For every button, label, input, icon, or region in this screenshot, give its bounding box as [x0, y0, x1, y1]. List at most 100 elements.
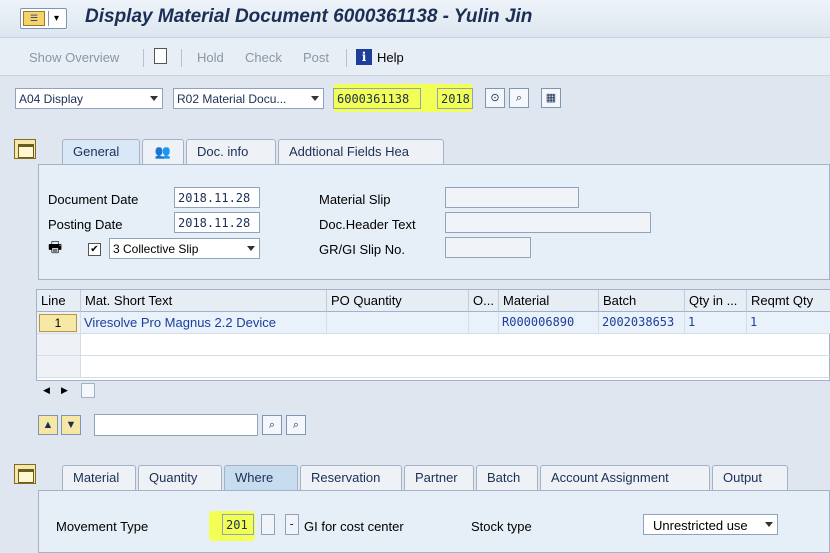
- column-header-short-text[interactable]: Mat. Short Text: [81, 290, 327, 312]
- year-input[interactable]: 2018: [437, 88, 473, 109]
- stock-type-dropdown[interactable]: Unrestricted use: [643, 514, 778, 535]
- scroll-right-icon[interactable]: ▶: [61, 385, 68, 396]
- column-header-o[interactable]: O...: [469, 290, 499, 312]
- toolbar-separator: [143, 49, 144, 67]
- menu-icons[interactable]: ☰ ▾: [20, 8, 67, 29]
- column-header-qty-in[interactable]: Qty in ...: [685, 290, 747, 312]
- tab-partner[interactable]: Partner: [404, 465, 474, 491]
- qty-in-cell[interactable]: 1: [685, 312, 747, 334]
- batch-cell[interactable]: 2002038653: [599, 312, 685, 334]
- table-row[interactable]: [37, 334, 81, 356]
- execute-icon[interactable]: ⊙: [485, 88, 505, 108]
- document-number-input[interactable]: 6000361138: [333, 88, 421, 109]
- gr-gi-slip-label: GR/GI Slip No.: [319, 242, 405, 257]
- reference-value: R02 Material Docu...: [177, 92, 287, 106]
- tab-account-assignment[interactable]: Account Assignment: [540, 465, 710, 491]
- collapse-header-icon[interactable]: [14, 139, 36, 159]
- toolbar-separator: [181, 49, 182, 67]
- scroll-left-icon[interactable]: ◀: [43, 385, 50, 396]
- people-icon: 👥: [154, 144, 172, 159]
- line-number-button[interactable]: 1: [39, 314, 77, 332]
- tab-partner-icon[interactable]: 👥: [142, 139, 184, 165]
- item-search-input[interactable]: [94, 414, 258, 436]
- short-text-cell[interactable]: Viresolve Pro Magnus 2.2 Device: [81, 312, 327, 334]
- application-toolbar: Show Overview Hold Check Post i Help: [0, 38, 830, 76]
- tab-batch[interactable]: Batch: [476, 465, 538, 491]
- doc-header-text-field[interactable]: [445, 212, 651, 233]
- reqmt-qty-cell[interactable]: 1: [747, 312, 830, 334]
- selection-row: A04 Display R02 Material Docu... 6000361…: [0, 76, 830, 122]
- layout-grid-icon[interactable]: ▦: [541, 88, 561, 108]
- stock-type-value: Unrestricted use: [653, 518, 748, 533]
- posting-date-label: Posting Date: [48, 217, 123, 232]
- find-next-icon[interactable]: ⌕: [286, 415, 306, 435]
- up-icon[interactable]: ▲: [38, 415, 58, 435]
- slip-value: 3 Collective Slip: [113, 242, 199, 256]
- slip-dropdown[interactable]: 3 Collective Slip: [109, 238, 260, 259]
- hold-button[interactable]: Hold: [197, 50, 224, 65]
- o-cell[interactable]: [469, 312, 499, 334]
- doc-header-text-label: Doc.Header Text: [319, 217, 416, 232]
- header-tabs: General 👥 Doc. info Addtional Fields Hea: [62, 139, 452, 165]
- tab-where[interactable]: Where: [224, 465, 298, 491]
- chevron-down-icon[interactable]: [150, 96, 158, 101]
- title-bar: ☰ ▾ Display Material Document 6000361138…: [0, 0, 830, 38]
- document-date-label: Document Date: [48, 192, 139, 207]
- column-header-batch[interactable]: Batch: [599, 290, 685, 312]
- help-button[interactable]: Help: [377, 50, 404, 65]
- dropdown-icon[interactable]: ▾: [48, 11, 64, 26]
- print-checkbox[interactable]: ✔: [88, 243, 101, 256]
- column-header-reqmt-qty[interactable]: Reqmt Qty: [747, 290, 830, 312]
- collapse-item-icon[interactable]: [14, 464, 36, 484]
- reference-dropdown[interactable]: R02 Material Docu...: [173, 88, 324, 109]
- tab-additional-fields[interactable]: Addtional Fields Hea: [278, 139, 444, 165]
- gr-gi-slip-field[interactable]: [445, 237, 531, 258]
- table-row[interactable]: 1: [37, 312, 81, 334]
- find-icon[interactable]: ⌕: [509, 88, 529, 108]
- help-icon[interactable]: i: [356, 49, 372, 65]
- tab-reservation[interactable]: Reservation: [300, 465, 402, 491]
- movement-type-label: Movement Type: [56, 519, 149, 534]
- column-header-po-quantity[interactable]: PO Quantity: [327, 290, 469, 312]
- menu-icon[interactable]: ☰: [23, 11, 45, 26]
- po-quantity-cell[interactable]: [327, 312, 469, 334]
- gi-text-label: GI for cost center: [304, 519, 404, 534]
- tab-output[interactable]: Output: [712, 465, 788, 491]
- document-icon[interactable]: [154, 48, 167, 64]
- action-value: A04 Display: [19, 92, 84, 106]
- material-slip-field[interactable]: [445, 187, 579, 208]
- column-header-material[interactable]: Material: [499, 290, 599, 312]
- scrollbar[interactable]: [81, 383, 95, 398]
- post-button[interactable]: Post: [303, 50, 329, 65]
- tab-doc-info[interactable]: Doc. info: [186, 139, 276, 165]
- chevron-down-icon[interactable]: [765, 522, 773, 527]
- posting-date-field[interactable]: 2018.11.28: [174, 212, 260, 233]
- stock-type-label: Stock type: [471, 519, 532, 534]
- table-row[interactable]: [37, 356, 81, 378]
- chevron-down-icon[interactable]: [311, 96, 319, 101]
- down-icon[interactable]: ▼: [61, 415, 81, 435]
- material-cell[interactable]: R000006890: [499, 312, 599, 334]
- movement-type-field[interactable]: 201: [222, 514, 254, 535]
- column-header-line[interactable]: Line: [37, 290, 81, 312]
- document-date-field[interactable]: 2018.11.28: [174, 187, 260, 208]
- check-button[interactable]: Check: [245, 50, 282, 65]
- general-panel: Document Date 2018.11.28 Posting Date 20…: [38, 164, 830, 280]
- action-dropdown[interactable]: A04 Display: [15, 88, 163, 109]
- chevron-down-icon[interactable]: [247, 246, 255, 251]
- items-table: Line Mat. Short Text PO Quantity O... Ma…: [36, 289, 830, 381]
- printer-icon[interactable]: 🖶: [48, 240, 64, 255]
- item-tabs: Material Quantity Where Reservation Part…: [62, 465, 802, 491]
- tab-material[interactable]: Material: [62, 465, 136, 491]
- material-slip-label: Material Slip: [319, 192, 391, 207]
- minus-field[interactable]: -: [285, 514, 299, 535]
- where-panel: Movement Type 201 - GI for cost center S…: [38, 490, 830, 553]
- table-row[interactable]: [81, 334, 830, 356]
- movement-indicator-field[interactable]: [261, 514, 275, 535]
- toolbar-separator: [346, 49, 347, 67]
- tab-quantity[interactable]: Quantity: [138, 465, 222, 491]
- show-overview-button[interactable]: Show Overview: [29, 50, 119, 65]
- find-icon[interactable]: ⌕: [262, 415, 282, 435]
- table-row[interactable]: [81, 356, 830, 378]
- tab-general[interactable]: General: [62, 139, 140, 165]
